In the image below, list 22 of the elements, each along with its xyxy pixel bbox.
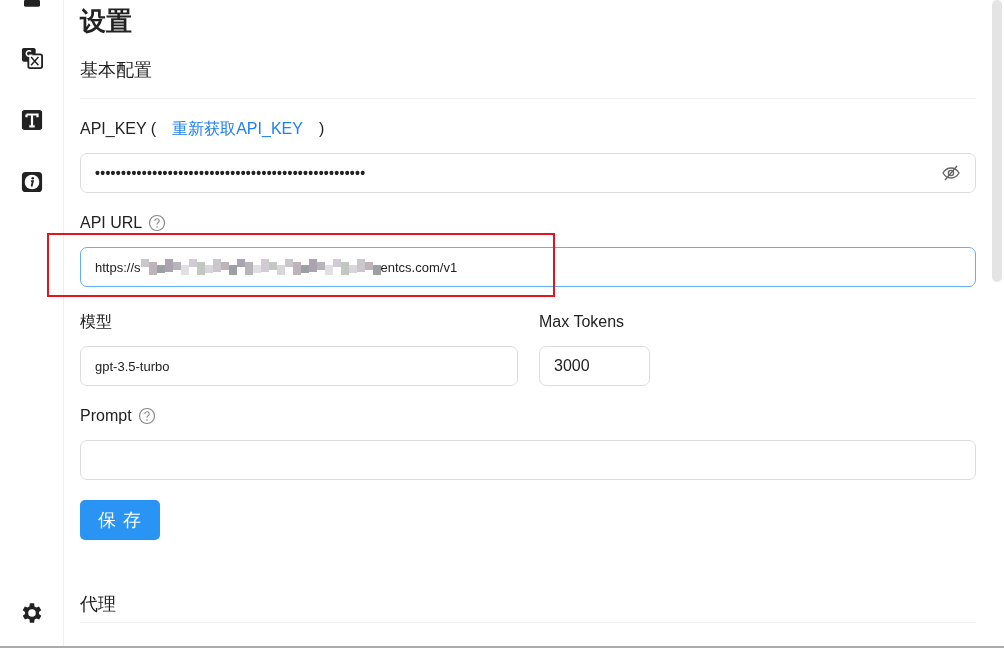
prompt-field[interactable] bbox=[80, 440, 976, 480]
model-field[interactable]: gpt-3.5-turbo bbox=[80, 346, 518, 386]
help-icon[interactable] bbox=[148, 214, 167, 232]
field-label: ) bbox=[318, 119, 325, 139]
text-icon[interactable] bbox=[20, 109, 43, 131]
settings-title: 设置 bbox=[80, 5, 133, 38]
section-heading: 基本配置 bbox=[80, 59, 153, 82]
field-label: Prompt bbox=[80, 406, 132, 426]
help-icon[interactable] bbox=[137, 407, 156, 425]
field-label: API_KEY ( bbox=[80, 119, 157, 139]
max-tokens-field[interactable]: 3000 bbox=[539, 346, 650, 386]
field-label: Max Tokens bbox=[539, 312, 625, 332]
translate-icon[interactable] bbox=[20, 47, 43, 69]
scrollbar[interactable] bbox=[992, 0, 1002, 282]
eye-off-icon[interactable] bbox=[941, 163, 961, 183]
api-key-field[interactable]: •••••••••••••••••••••••••••••••••••••••••••••••••••• bbox=[80, 153, 976, 193]
field-label: 模型 bbox=[80, 312, 112, 332]
section-heading: 代理 bbox=[80, 593, 117, 616]
info-icon[interactable] bbox=[20, 171, 43, 193]
api-url-field[interactable]: https://s entcs.com/v1 bbox=[80, 247, 976, 287]
renew-key-link[interactable]: 重新获取API_KEY bbox=[172, 119, 303, 139]
field-label: API URL bbox=[80, 213, 143, 233]
